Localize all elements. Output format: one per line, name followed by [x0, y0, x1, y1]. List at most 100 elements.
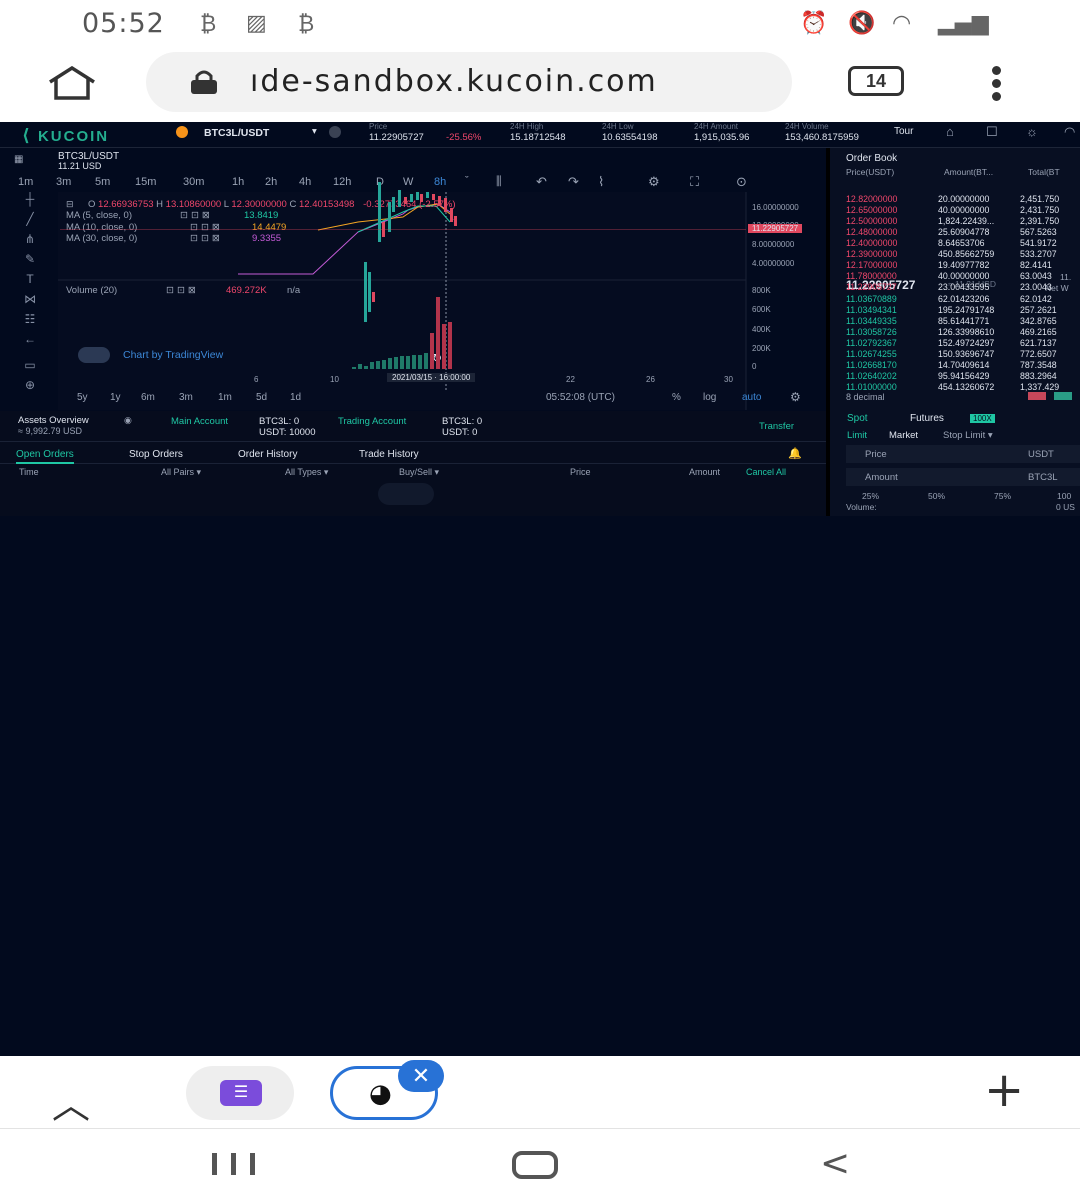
interval-15m[interactable]: 15m [135, 176, 156, 188]
tab-futures[interactable]: Futures [910, 413, 944, 424]
kucoin-logo[interactable]: ⟨ KUCOIN [22, 126, 109, 146]
indicator-controls[interactable]: ⊡⊡⊠ [190, 233, 223, 244]
range-3m[interactable]: 3m [179, 392, 193, 403]
tradingview-logo[interactable] [78, 347, 110, 363]
indicator-ma10[interactable]: MA (10, close, 0) [66, 222, 137, 233]
more-menu-icon[interactable] [986, 66, 1006, 101]
volume-label[interactable]: Volume (20) [66, 285, 117, 296]
ask-price[interactable]: 11.78000000 [846, 271, 897, 281]
transfer-button[interactable]: Transfer [759, 421, 794, 432]
interval-2h[interactable]: 2h [265, 176, 277, 188]
ask-price[interactable]: 12.40000000 [846, 238, 897, 248]
tab-trade-history[interactable]: Trade History [359, 449, 419, 460]
undo-icon[interactable]: ↶ [536, 174, 547, 190]
tab-stop-orders[interactable]: Stop Orders [129, 449, 183, 460]
range-1d[interactable]: 1d [290, 392, 301, 403]
fullscreen-icon[interactable]: ⛶ [690, 174, 699, 190]
eye-icon[interactable]: ◉ [124, 415, 132, 426]
auto-toggle[interactable]: auto [742, 392, 761, 403]
bid-price[interactable]: 11.03494341 [846, 305, 897, 315]
bids-view-icon[interactable] [1054, 392, 1072, 400]
back-arrow-icon[interactable]: ← [19, 332, 41, 346]
crosshair-icon[interactable]: ┼ [19, 192, 41, 206]
indicator-controls[interactable]: ⊡⊡⊠ [166, 285, 199, 296]
main-account-link[interactable]: Main Account [171, 416, 228, 427]
tab-open-orders[interactable]: Open Orders [16, 449, 74, 464]
chevron-down-icon[interactable]: ˇ [465, 175, 469, 187]
decimal-selector[interactable]: 8 decimal [846, 392, 885, 402]
interval-4h[interactable]: 4h [299, 176, 311, 188]
order-type-stop-limit[interactable]: Stop Limit ▾ [943, 430, 993, 441]
range-5y[interactable]: 5y [77, 392, 88, 403]
settings-icon[interactable]: ⚙ [790, 390, 801, 404]
back-icon[interactable]: < [820, 1143, 850, 1184]
wallet-icon[interactable]: ⌂ [946, 124, 954, 139]
text-icon[interactable]: T [19, 272, 41, 286]
cancel-all-button[interactable]: Cancel All [746, 467, 786, 477]
settings-icon[interactable]: ⚙ [648, 174, 660, 190]
interval-5m[interactable]: 5m [95, 176, 110, 188]
tour-link[interactable]: Tour [894, 126, 913, 137]
percent-25[interactable]: 25% [862, 491, 879, 501]
order-type-market[interactable]: Market [889, 430, 918, 441]
range-5d[interactable]: 5d [256, 392, 267, 403]
range-1m[interactable]: 1m [218, 392, 232, 403]
tab-order-history[interactable]: Order History [238, 449, 297, 460]
interval-W[interactable]: W [403, 176, 413, 188]
order-type-limit[interactable]: Limit [847, 430, 867, 441]
bid-price[interactable]: 11.02668170 [846, 360, 897, 370]
ask-price[interactable]: 12.82000000 [846, 194, 897, 204]
percent-50[interactable]: 50% [928, 491, 945, 501]
percent-75[interactable]: 75% [994, 491, 1011, 501]
measure-icon[interactable]: ☷ [19, 312, 41, 326]
filter-types[interactable]: All Types ▾ [285, 467, 328, 478]
log-toggle[interactable]: log [703, 392, 716, 403]
tab-switcher-button[interactable]: 14 [848, 66, 904, 96]
indicators-icon[interactable]: ⌇ [598, 174, 604, 190]
message-icon[interactable]: ☐ [986, 124, 998, 140]
interval-30m[interactable]: 30m [183, 176, 204, 188]
plus-icon[interactable]: + [984, 1066, 1024, 1114]
camera-icon[interactable]: ⊙ [736, 174, 747, 190]
bid-price[interactable]: 11.02640202 [846, 371, 897, 381]
info-icon[interactable] [329, 126, 341, 138]
indicator-controls[interactable]: ⊡⊡⊠ [180, 210, 213, 221]
chevron-up-icon[interactable]: ︿ [52, 1074, 90, 1129]
interval-1m[interactable]: 1m [18, 176, 33, 188]
ask-price[interactable]: 12.39000000 [846, 249, 897, 259]
tradingview-watermark[interactable]: Chart by TradingView [123, 349, 223, 361]
pattern-icon[interactable]: ⋈ [19, 292, 41, 306]
ask-price[interactable]: 11.22905727 [846, 282, 897, 292]
collapse-icon[interactable]: ⊟ [66, 199, 74, 210]
interval-3m[interactable]: 3m [56, 176, 71, 188]
bid-price[interactable]: 11.03058726 [846, 327, 897, 337]
bid-price[interactable]: 11.01000000 [846, 382, 897, 392]
indicator-controls[interactable]: ⊡⊡⊠ [190, 222, 223, 233]
layout-icon[interactable]: ▦ [14, 154, 23, 165]
ask-price[interactable]: 12.50000000 [846, 216, 897, 226]
redo-icon[interactable]: ↷ [568, 174, 579, 190]
percent-100[interactable]: 100 [1057, 491, 1071, 501]
bid-price[interactable]: 11.03670889 [846, 294, 897, 304]
interval-8h[interactable]: 8h [434, 176, 446, 188]
indicator-ma5[interactable]: MA (5, close, 0) [66, 210, 132, 221]
recents-icon[interactable] [212, 1153, 256, 1175]
ask-price[interactable]: 12.17000000 [846, 260, 897, 270]
theme-icon[interactable]: ☼ [1026, 124, 1038, 139]
range-1y[interactable]: 1y [110, 392, 121, 403]
bell-icon[interactable]: 🔔 [788, 447, 802, 460]
home-icon[interactable] [46, 66, 98, 100]
close-icon[interactable]: ✕ [398, 1060, 444, 1092]
range-6m[interactable]: 6m [141, 392, 155, 403]
trendline-icon[interactable]: ╱ [19, 212, 41, 226]
bid-price[interactable]: 11.02674255 [846, 349, 897, 359]
asks-view-icon[interactable] [1028, 392, 1046, 400]
interval-1h[interactable]: 1h [232, 176, 244, 188]
tab-group-button[interactable]: ☰ [186, 1066, 294, 1120]
tab-spot[interactable]: Spot [847, 413, 868, 424]
interval-12h[interactable]: 12h [333, 176, 351, 188]
percent-toggle[interactable]: % [672, 392, 681, 403]
trading-account-link[interactable]: Trading Account [338, 416, 406, 427]
url-text[interactable]: ıde-sandbox.kucoin.com [250, 64, 658, 99]
bid-price[interactable]: 11.03449335 [846, 316, 897, 326]
